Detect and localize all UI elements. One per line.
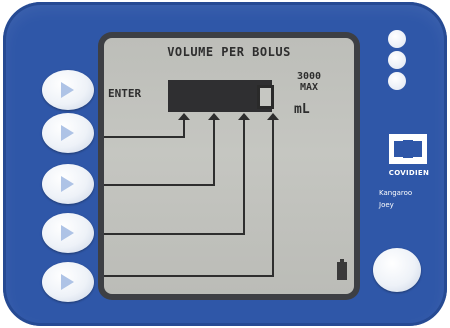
arrow-up-icon [238,113,250,120]
play-triangle-icon [61,176,74,192]
play-triangle-icon [61,82,74,98]
battery-icon [337,259,347,280]
softkey-5[interactable] [42,262,94,302]
indicator-light-2 [388,51,406,69]
leader-line-4 [104,118,274,277]
indicator-light-3 [388,72,406,90]
leader-line-1 [104,118,185,138]
softkey-4[interactable] [42,213,94,253]
leader-line-3 [104,118,245,235]
brand-name: COVIDIEN [388,169,430,177]
softkey-3[interactable] [42,164,94,204]
softkey-1[interactable] [42,70,94,110]
lcd-screen: VOLUME PER BOLUS ENTER 0 3000 MAX mL [104,38,354,294]
main-action-button[interactable] [373,248,421,292]
play-triangle-icon [61,225,74,241]
indicator-light-1 [388,30,406,48]
arrow-up-icon [267,113,279,120]
softkey-leader-lines [104,113,279,277]
leader-line-2 [104,118,215,186]
play-triangle-icon [61,274,74,290]
product-name: Kangaroo Joey [379,187,412,211]
play-triangle-icon [61,125,74,141]
product-name-line-1: Kangaroo [379,189,413,197]
arrow-up-icon [208,113,220,120]
product-name-line-2: Joey [379,201,394,209]
covidien-logo-icon [389,134,427,164]
softkey-2[interactable] [42,113,94,153]
arrow-up-icon [178,113,190,120]
